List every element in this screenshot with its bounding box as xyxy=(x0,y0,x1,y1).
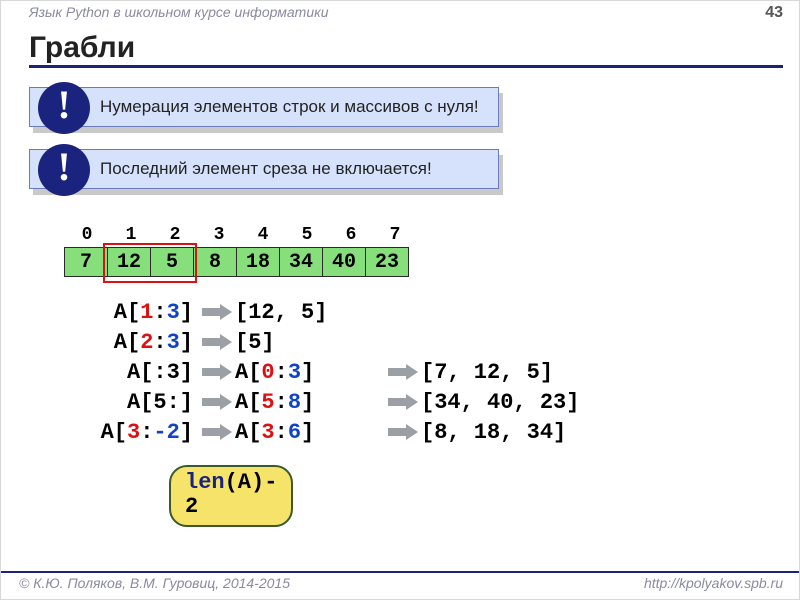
slice-equiv: A[3:6] xyxy=(235,420,385,445)
cells-row: 7 12 5 8 18 34 40 23 xyxy=(65,247,417,277)
arrow-icon xyxy=(199,304,235,320)
slice-row: A[3:-2] A[3:6] [8, 18, 34] xyxy=(29,417,579,447)
slice-lhs: A[5:] xyxy=(29,390,199,415)
idx: 1 xyxy=(109,225,153,245)
len-rest: (A)- xyxy=(225,470,278,495)
arrow-icon xyxy=(199,424,235,440)
header: Язык Python в школьном курсе информатики… xyxy=(1,1,799,27)
slice-equiv: A[5:8] xyxy=(235,390,385,415)
callouts: ! Нумерация элементов строк и массивов с… xyxy=(29,87,499,211)
arrow-icon xyxy=(199,364,235,380)
arrow-icon xyxy=(199,394,235,410)
slice-result: [12, 5] xyxy=(235,300,385,325)
slice-equiv: A[0:3] xyxy=(235,360,385,385)
footer: © К.Ю. Поляков, В.М. Гуровиц, 2014-2015 … xyxy=(1,571,799,599)
callout-text: Нумерация элементов строк и массивов с н… xyxy=(100,97,479,117)
slice-lhs: A[:3] xyxy=(29,360,199,385)
cell: 40 xyxy=(322,247,366,277)
slice-result: [7, 12, 5] xyxy=(421,360,553,385)
title-row: Грабли xyxy=(29,31,783,68)
idx: 3 xyxy=(197,225,241,245)
footer-url: http://kpolyakov.spb.ru xyxy=(644,575,783,599)
index-row: 0 1 2 3 4 5 6 7 xyxy=(65,225,417,245)
idx: 7 xyxy=(373,225,417,245)
slice-examples: A[1:3] [12, 5] A[2:3] [5] A[:3] A[0:3] [… xyxy=(29,297,579,447)
idx: 2 xyxy=(153,225,197,245)
copyright: © К.Ю. Поляков, В.М. Гуровиц, 2014-2015 xyxy=(19,575,290,599)
slice-row: A[1:3] [12, 5] xyxy=(29,297,579,327)
idx: 5 xyxy=(285,225,329,245)
callout-text: Последний элемент среза не включается! xyxy=(100,159,432,179)
slice-lhs: A[1:3] xyxy=(29,300,199,325)
slice-result: [34, 40, 23] xyxy=(421,390,579,415)
callout-slice-end: ! Последний элемент среза не включается! xyxy=(29,149,499,189)
arrow-icon xyxy=(385,424,421,440)
exclamation-icon: ! xyxy=(38,82,90,134)
page-title: Грабли xyxy=(29,31,783,65)
slice-row: A[2:3] [5] xyxy=(29,327,579,357)
slice-lhs: A[2:3] xyxy=(29,330,199,355)
cell: 12 xyxy=(107,247,151,277)
idx: 0 xyxy=(65,225,109,245)
cell: 23 xyxy=(365,247,409,277)
cell: 7 xyxy=(64,247,108,277)
exclamation-icon: ! xyxy=(38,144,90,196)
cell: 18 xyxy=(236,247,280,277)
slice-result: [8, 18, 34] xyxy=(421,420,566,445)
arrow-icon xyxy=(385,364,421,380)
arrow-icon xyxy=(385,394,421,410)
array-diagram: 0 1 2 3 4 5 6 7 7 12 5 8 18 34 40 23 xyxy=(65,225,417,277)
len-rest2: 2 xyxy=(185,494,198,519)
len-keyword: len xyxy=(185,470,225,495)
callout-indexing: ! Нумерация элементов строк и массивов с… xyxy=(29,87,499,127)
course-name: Язык Python в школьном курсе информатики xyxy=(29,4,329,27)
cell: 34 xyxy=(279,247,323,277)
callout-box: ! Нумерация элементов строк и массивов с… xyxy=(29,87,499,127)
cell: 8 xyxy=(193,247,237,277)
len-bubble: len(A)- 2 xyxy=(169,465,293,527)
slice-lhs: A[3:-2] xyxy=(29,420,199,445)
slice-row: A[5:] A[5:8] [34, 40, 23] xyxy=(29,387,579,417)
callout-box: ! Последний элемент среза не включается! xyxy=(29,149,499,189)
idx: 4 xyxy=(241,225,285,245)
arrow-icon xyxy=(199,334,235,350)
idx: 6 xyxy=(329,225,373,245)
page-number: 43 xyxy=(765,4,783,27)
slice-result: [5] xyxy=(235,330,385,355)
cell: 5 xyxy=(150,247,194,277)
slice-row: A[:3] A[0:3] [7, 12, 5] xyxy=(29,357,579,387)
